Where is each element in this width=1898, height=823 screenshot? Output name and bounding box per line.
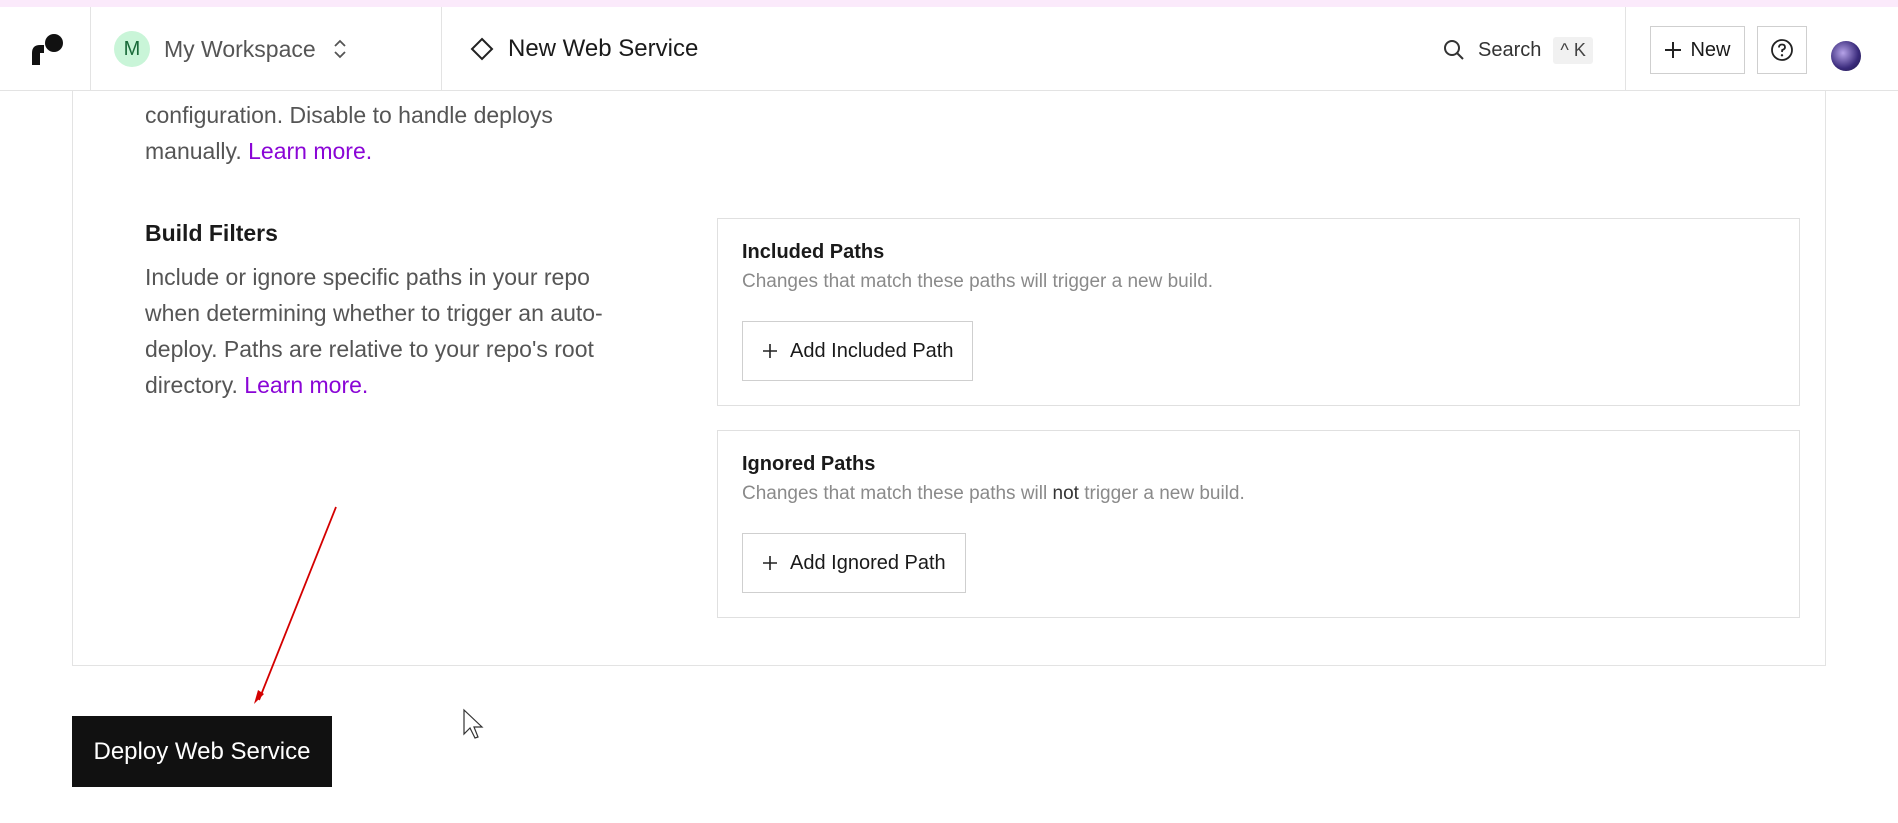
mouse-cursor-icon (463, 708, 484, 739)
included-paths-panel: Included Paths Changes that match these … (717, 218, 1800, 406)
build-filters-text: directory. (145, 372, 238, 398)
auto-deploy-description: configuration. Disable to handle deploys… (145, 97, 553, 169)
ignored-paths-panel: Ignored Paths Changes that match these p… (717, 430, 1800, 618)
new-button-label: New (1690, 38, 1731, 61)
search-button[interactable]: Search ^ K (1442, 35, 1593, 65)
learn-more-link[interactable]: Learn more. (244, 372, 368, 398)
included-paths-description: Changes that match these paths will trig… (742, 271, 1214, 292)
top-accent-bar (0, 0, 1898, 7)
add-ignored-path-label: Add Ignored Path (790, 551, 946, 574)
search-shortcut: ^ K (1553, 36, 1593, 64)
ignored-desc-text: Changes that match these paths will (742, 483, 1053, 504)
auto-deploy-line: configuration. Disable to handle deploys (145, 102, 553, 128)
ignored-paths-description: Changes that match these paths will not … (742, 483, 1245, 505)
render-logo-icon[interactable] (30, 33, 64, 67)
auto-deploy-line: manually. Learn more. (145, 133, 553, 169)
build-filters-line: directory. Learn more. (145, 367, 603, 403)
user-avatar[interactable] (1831, 41, 1861, 71)
diamond-icon (470, 37, 494, 61)
plus-icon (763, 556, 777, 570)
header-divider (90, 7, 91, 91)
build-filters-line: when determining whether to trigger an a… (145, 300, 603, 326)
new-button[interactable]: New (1650, 26, 1745, 74)
plus-icon (1665, 42, 1682, 58)
included-paths-title: Included Paths (742, 241, 885, 263)
header-divider (441, 7, 442, 91)
build-filters-line: Include or ignore specific paths in your… (145, 264, 590, 290)
add-included-path-label: Add Included Path (790, 339, 954, 362)
plus-icon (763, 344, 777, 358)
help-icon (1771, 39, 1793, 61)
deploy-web-service-button[interactable]: Deploy Web Service (72, 716, 332, 787)
workspace-switcher[interactable]: M My Workspace (114, 31, 348, 67)
help-button[interactable] (1757, 26, 1807, 74)
top-header: M My Workspace New Web Service Search ^ … (0, 7, 1898, 91)
annotation-arrowhead (254, 690, 264, 704)
search-label: Search (1478, 38, 1542, 61)
ignored-desc-emphasis: not (1052, 483, 1079, 504)
build-filters-title: Build Filters (145, 220, 278, 246)
build-filters-line: deploy. Paths are relative to your repo'… (145, 336, 594, 362)
ignored-desc-text: trigger a new build. (1078, 483, 1245, 504)
add-ignored-path-button[interactable]: Add Ignored Path (742, 533, 966, 593)
workspace-name: My Workspace (164, 35, 316, 62)
search-icon (1444, 40, 1464, 60)
add-included-path-button[interactable]: Add Included Path (742, 321, 974, 381)
ignored-paths-title: Ignored Paths (742, 453, 876, 475)
learn-more-link[interactable]: Learn more. (248, 138, 372, 164)
chevron-up-down-icon (334, 39, 346, 59)
auto-deploy-text: manually. (145, 138, 242, 164)
build-filters-description: Include or ignore specific paths in your… (145, 259, 603, 403)
header-divider (1625, 7, 1626, 91)
page-title: New Web Service (508, 35, 699, 62)
breadcrumb: New Web Service (470, 31, 698, 67)
workspace-avatar: M (114, 31, 150, 67)
